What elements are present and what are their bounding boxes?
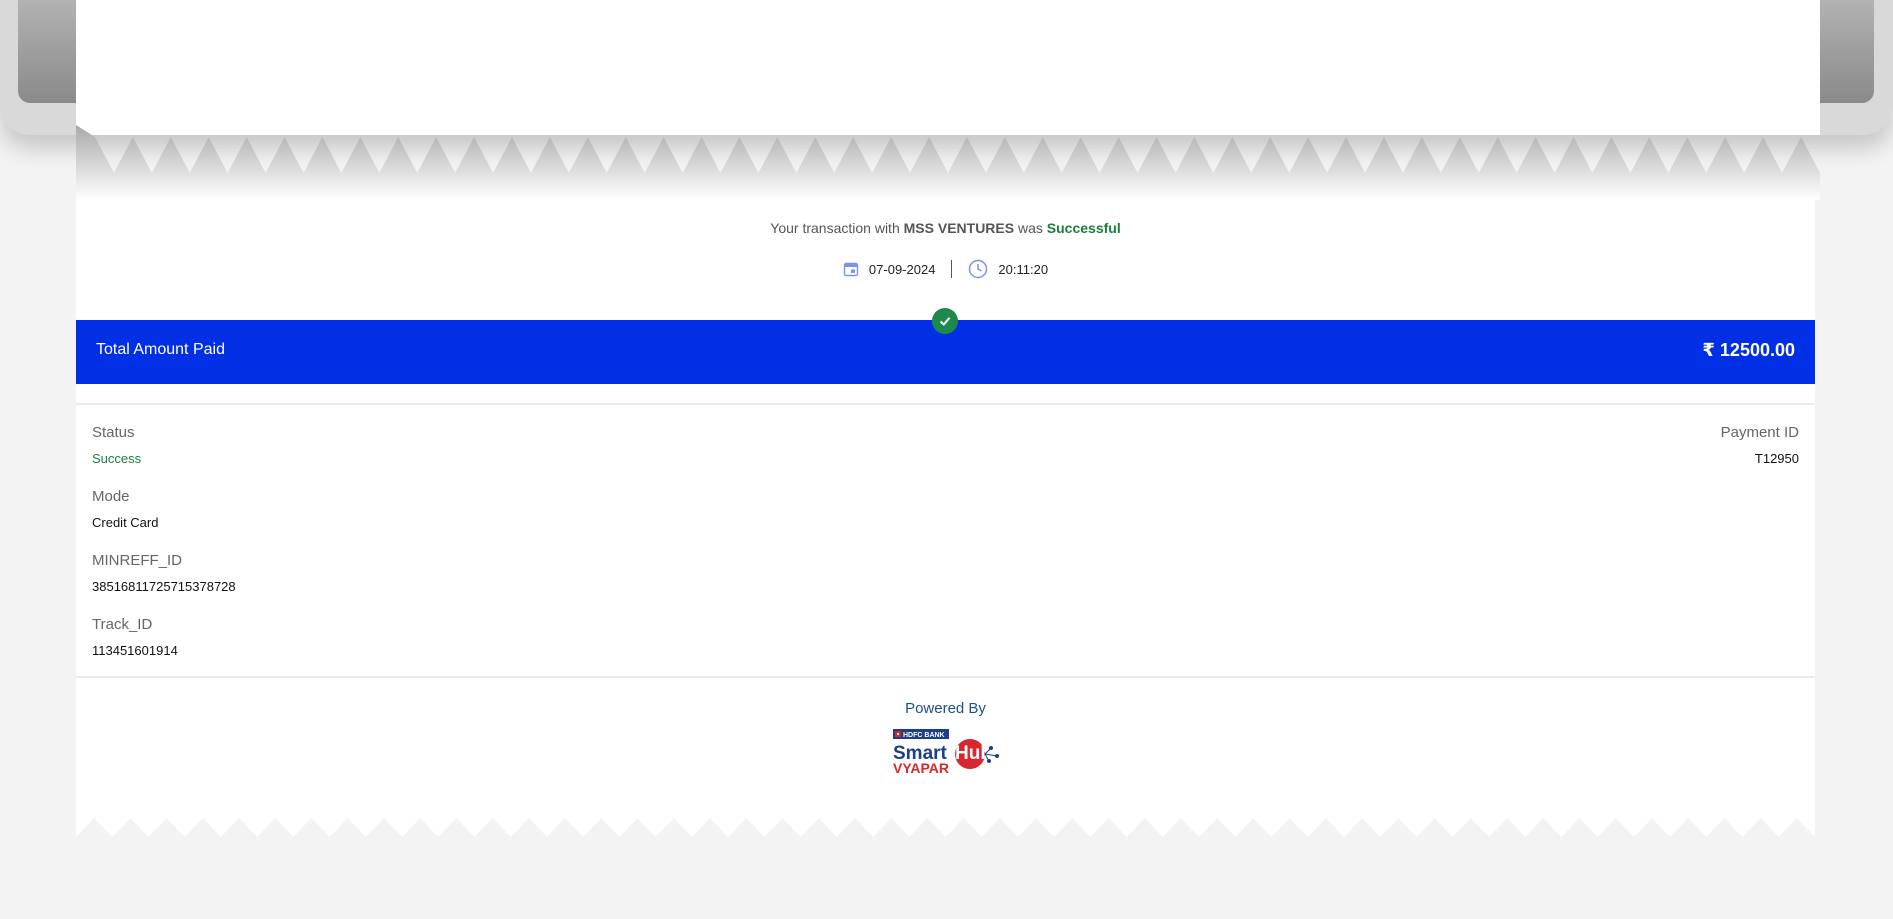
transaction-datetime: 07-09-2024 20:11:20 — [76, 259, 1815, 279]
receipt-paper-top — [76, 0, 1820, 135]
track-id-label: Track_ID — [92, 616, 153, 633]
svg-text:HDFC BANK: HDFC BANK — [903, 732, 945, 739]
receipt-card: Your transaction with MSS VENTURES was S… — [76, 200, 1815, 813]
transaction-summary: Your transaction with MSS VENTURES was S… — [76, 220, 1815, 236]
mode-value: Credit Card — [92, 515, 159, 530]
svg-text:VYAPAR: VYAPAR — [893, 760, 949, 776]
transaction-prefix: Your transaction with — [770, 220, 900, 236]
total-amount-label: Total Amount Paid — [96, 341, 225, 358]
minreff-value: 38516811725715378728 — [92, 579, 236, 594]
transaction-status: Successful — [1046, 220, 1121, 236]
transaction-was: was — [1017, 220, 1043, 236]
total-amount-value: ₹ 12500.00 — [1702, 340, 1795, 360]
clock-icon — [969, 259, 988, 279]
merchant-name: MSS VENTURES — [903, 220, 1015, 236]
smarthub-vyapar-logo: HDFC BANK Smart Hub VYAPAR — [893, 729, 999, 776]
success-check-icon — [932, 308, 958, 334]
calendar-icon — [843, 262, 859, 277]
mode-label: Mode — [92, 488, 130, 505]
transaction-date: 07-09-2024 — [868, 261, 936, 277]
payment-id-value: T12950 — [1754, 451, 1799, 466]
transaction-time: 20:11:20 — [998, 261, 1049, 277]
minreff-label: MINREFF_ID — [92, 552, 182, 569]
divider — [76, 676, 1815, 678]
receipt-tear-edge-bottom — [76, 812, 1815, 837]
svg-text:Hub: Hub — [955, 743, 992, 764]
status-value: Success — [92, 451, 142, 466]
powered-by-label: Powered By — [905, 700, 986, 717]
receipt-tear-edge-top — [76, 125, 1820, 200]
datetime-divider — [951, 260, 953, 278]
status-label: Status — [92, 424, 135, 441]
track-id-value: 113451601914 — [92, 643, 178, 658]
payment-id-label: Payment ID — [1720, 424, 1799, 441]
divider — [76, 403, 1815, 405]
